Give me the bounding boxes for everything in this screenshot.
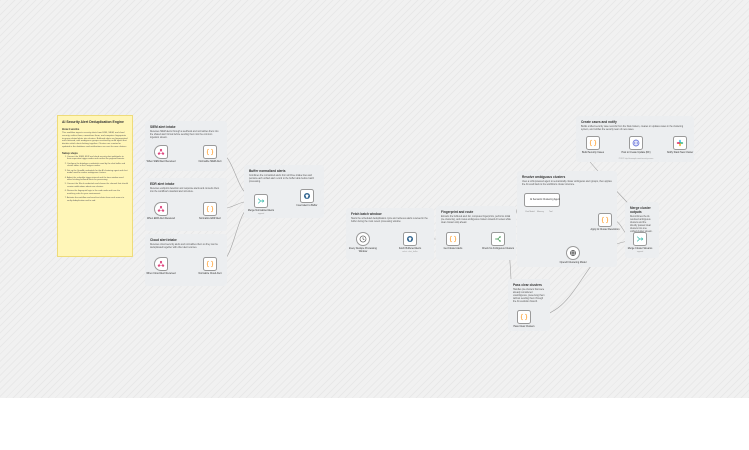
node-label: Check for Ambiguous Clusters xyxy=(481,247,515,250)
if-branch-icon xyxy=(495,236,501,242)
node-check-ambiguous[interactable] xyxy=(491,232,505,246)
port-label: Chat Model xyxy=(525,211,535,213)
code-icon xyxy=(206,205,214,213)
code-icon xyxy=(449,235,457,243)
node-merge-clusters[interactable] xyxy=(633,232,647,246)
sticky-title: EDR alert intake xyxy=(150,182,175,186)
sticky-title: Create cases and notify xyxy=(581,120,617,124)
node-fetch-buffered[interactable] xyxy=(403,232,417,246)
note-step: Configure the database credentials used … xyxy=(67,163,128,168)
node-label: When EDR Alert Received xyxy=(146,217,176,220)
workflow-canvas[interactable]: SIEM alert intake Receives SIEM alerts t… xyxy=(0,0,749,398)
node-subtitle: select: alert_buffer xyxy=(402,251,418,253)
database-icon xyxy=(303,192,311,200)
node-label: AI Semantic Clustering Agent xyxy=(530,199,560,201)
note-step: Review the fingerprint logic in the code… xyxy=(67,190,128,195)
node-siem-normalize[interactable] xyxy=(203,145,217,159)
sticky-title: SIEM alert intake xyxy=(150,125,176,129)
node-merge-normalized[interactable] xyxy=(254,194,268,208)
node-pass-clear[interactable] xyxy=(517,310,531,324)
sticky-title: Pass clear clusters xyxy=(513,283,542,287)
port-label: Memory xyxy=(537,211,544,213)
sticky-desc: Receives cloud security alerts and norma… xyxy=(150,244,218,249)
node-siem-webhook[interactable] xyxy=(154,145,168,159)
node-label: Normalize EDR Alert xyxy=(199,217,221,220)
merge-icon xyxy=(257,198,265,204)
sticky-desc: Builds unified security case records fro… xyxy=(581,126,684,131)
sticky-desc: Extracts the buffered alert list, comput… xyxy=(441,216,511,224)
sticky-desc: Receives SIEM alerts through a webhook a… xyxy=(150,131,219,139)
node-label: Pass Clear Clusters xyxy=(513,325,535,328)
node-label: Insert alert to Buffer xyxy=(296,204,318,207)
node-build-cases[interactable] xyxy=(586,136,600,150)
globe-icon xyxy=(632,139,640,147)
node-label: Build Security Cases xyxy=(581,151,605,154)
sticky-title: Resolve ambiguous clusters xyxy=(522,175,566,179)
node-label: Post to Create Update (DF) xyxy=(621,151,651,154)
node-subtitle: append xyxy=(636,251,644,253)
note-step: Adjust the schedule trigger interval and… xyxy=(67,177,128,182)
node-cloud-webhook[interactable] xyxy=(154,257,168,271)
node-label: Every Dedupe Processing Window xyxy=(349,247,377,253)
sticky-desc: Receives endpoint detection and response… xyxy=(150,188,220,193)
note-step: Connect the Slack credentials and choose… xyxy=(67,183,128,188)
node-slack-notify[interactable] xyxy=(673,136,687,150)
sticky-desc: Uses a LLM-powered agent to semantically… xyxy=(522,181,612,186)
webhook-icon xyxy=(157,205,165,212)
node-label: Apply AI Cluster Resolution xyxy=(590,228,620,231)
webhook-icon xyxy=(157,260,165,267)
clock-icon xyxy=(359,235,367,243)
node-label: Get Cluster Alerts xyxy=(443,247,463,250)
sticky-desc: Starts the scheduled deduplication cycle… xyxy=(351,218,428,223)
note-steps: Connect the SIEM, EDR and cloud security… xyxy=(62,156,128,203)
node-label: Normalize Cloud Alert xyxy=(198,272,222,275)
node-label: Notify Slack New Cluster xyxy=(666,151,694,154)
node-insert-buffer[interactable] xyxy=(300,189,314,203)
node-extract-alerts[interactable] xyxy=(446,232,460,246)
note-step: Set up the OpenAI credentials for the AI… xyxy=(67,170,128,175)
sticky-title: Fingerprint and route xyxy=(441,210,474,214)
sticky-desc: Recombines the AI-resolved ambiguous clu… xyxy=(630,216,653,233)
node-cloud-normalize[interactable] xyxy=(203,257,217,271)
note-step: Activate the workflow and send test aler… xyxy=(67,197,128,202)
note-how-text: This workflow ingests security alerts fr… xyxy=(62,132,128,148)
overview-note[interactable]: AI Security Alert Deduplication Engine H… xyxy=(57,115,133,257)
node-label: When Cloud Alert Received xyxy=(146,272,176,275)
node-upsert-case[interactable] xyxy=(629,136,643,150)
code-icon xyxy=(206,260,214,268)
openai-icon xyxy=(570,250,576,256)
node-apply-resolution[interactable] xyxy=(598,213,612,227)
note-title: AI Security Alert Deduplication Engine xyxy=(62,120,124,124)
port-label: Tool xyxy=(549,211,553,213)
node-label: When SIEM Alert Received xyxy=(146,160,176,163)
node-schedule-trigger[interactable] xyxy=(356,232,370,246)
node-label: OpenAI Clustering Model xyxy=(559,261,587,264)
merge-icon xyxy=(636,236,644,242)
code-icon xyxy=(601,216,609,224)
sticky-title: Cloud alert intake xyxy=(150,238,177,242)
note-step: Connect the SIEM, EDR and cloud security… xyxy=(67,156,128,161)
note-how-heading: How it works xyxy=(62,127,80,131)
node-subtitle: append xyxy=(257,213,265,215)
code-icon xyxy=(206,148,214,156)
node-edr-normalize[interactable] xyxy=(203,202,217,216)
sticky-desc: Handles pre-clusters that were already c… xyxy=(513,289,545,303)
note-setup-heading: Setup steps xyxy=(62,150,78,155)
node-ai-agent[interactable]: AI Semantic Clustering Agent xyxy=(524,193,560,207)
node-subtitle: POST: http://example.com/security-cases xyxy=(618,158,654,160)
code-icon xyxy=(589,139,597,147)
sticky-desc: Combines the normalized alerts from all … xyxy=(249,175,315,183)
database-icon xyxy=(406,235,414,243)
node-chat-model[interactable] xyxy=(566,246,580,260)
code-icon xyxy=(520,313,528,321)
webhook-icon xyxy=(157,148,165,155)
node-label: Normalize SIEM Alert xyxy=(198,160,222,163)
node-edr-webhook[interactable] xyxy=(154,202,168,216)
sticky-title: Merge cluster outputs xyxy=(630,206,651,214)
slack-icon xyxy=(676,139,684,147)
sticky-title: Buffer normalized alerts xyxy=(249,169,286,173)
sticky-title: Fetch batch window xyxy=(351,212,382,216)
